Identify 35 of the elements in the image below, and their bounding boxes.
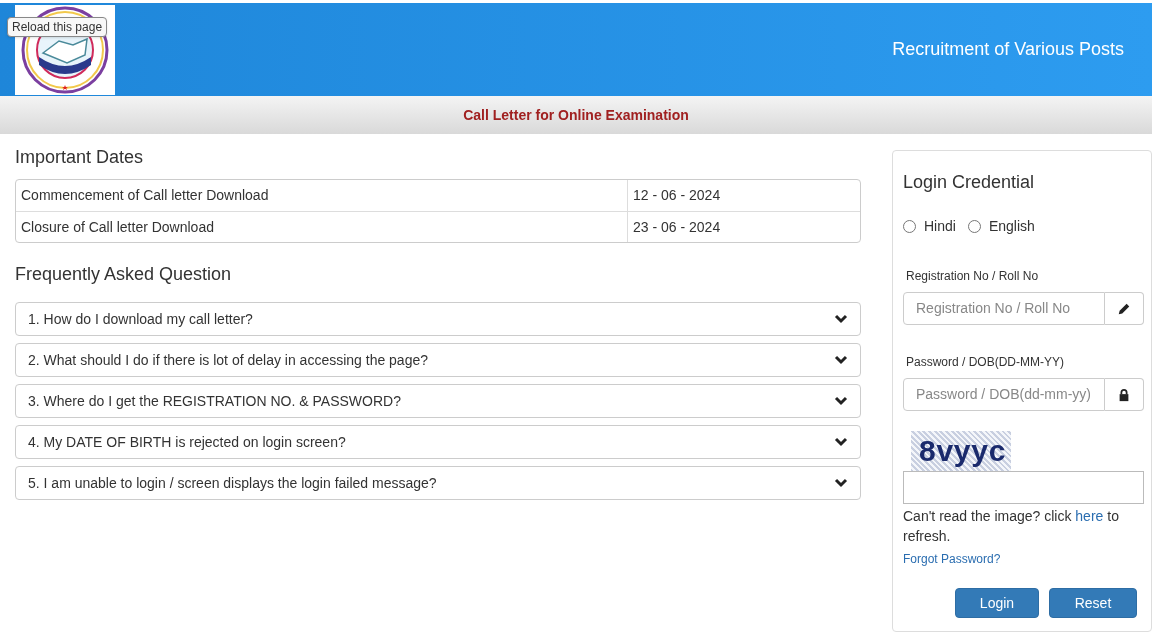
refresh-link[interactable]: here [1075, 508, 1104, 524]
login-button[interactable]: Login [955, 588, 1039, 618]
faq-item[interactable]: 5. I am unable to login / screen displays the login failed message? [15, 466, 861, 500]
faq-question: 1. How do I download my call letter? [28, 309, 253, 329]
faq-item[interactable]: 4. My DATE OF BIRTH is rejected on login screen? [15, 425, 861, 459]
faq-item[interactable]: 2. What should I do if there is lot of delay in accessing the page? [15, 343, 861, 377]
subheader-title: Call Letter for Online Examination [463, 105, 689, 125]
captcha-image: 8vyyc [911, 431, 1011, 471]
faq-question: 3. Where do I get the REGISTRATION NO. & PASSWORD? [28, 391, 401, 411]
faq-question: 2. What should I do if there is lot of delay in accessing the page? [28, 350, 429, 370]
tooltip: Reload this page [7, 17, 108, 37]
pencil-icon [1117, 301, 1131, 316]
section-heading: Important Dates [15, 146, 145, 169]
refresh-text: Can't read the image? click here to refresh. [903, 507, 1120, 546]
field-label: Password / DOB(DD-MM-YY) [906, 354, 1065, 371]
faq-question: 5. I am unable to login / screen displays the login failed message? [28, 473, 437, 493]
faq-item[interactable]: 3. Where do I get the REGISTRATION NO. & PASSWORD? [15, 384, 861, 418]
table-cell: Commencement of Call letter Download [16, 180, 628, 211]
radio-label[interactable]: Hindi [924, 216, 956, 237]
radio-label[interactable]: English [988, 216, 1035, 237]
reset-button[interactable]: Reset [1049, 588, 1137, 618]
forgot-password-link[interactable]: Forgot Password? [903, 550, 1141, 568]
field-label: Registration No / Roll No [906, 268, 1040, 285]
table-cell-text: 12 - 06 - 2024 [632, 186, 722, 205]
faq-question: 4. My DATE OF BIRTH is rejected on login screen? [28, 432, 346, 452]
login-heading: Login Credential [903, 171, 1036, 194]
captcha-input-field[interactable] [903, 471, 1144, 504]
section-heading: Frequently Asked Question [15, 263, 233, 286]
input-field[interactable]: Registration No / Roll No [903, 292, 1105, 325]
table-cell-text: 23 - 06 - 2024 [632, 217, 722, 237]
faq-item[interactable]: 1. How do I download my call letter? [15, 302, 861, 336]
header-title: Recruitment of Various Posts [892, 38, 1124, 61]
lock-icon [1117, 387, 1131, 402]
table-cell: Closure of Call letter Download [16, 212, 628, 242]
input-field[interactable]: Password / DOB(dd-mm-yy) [903, 378, 1105, 411]
